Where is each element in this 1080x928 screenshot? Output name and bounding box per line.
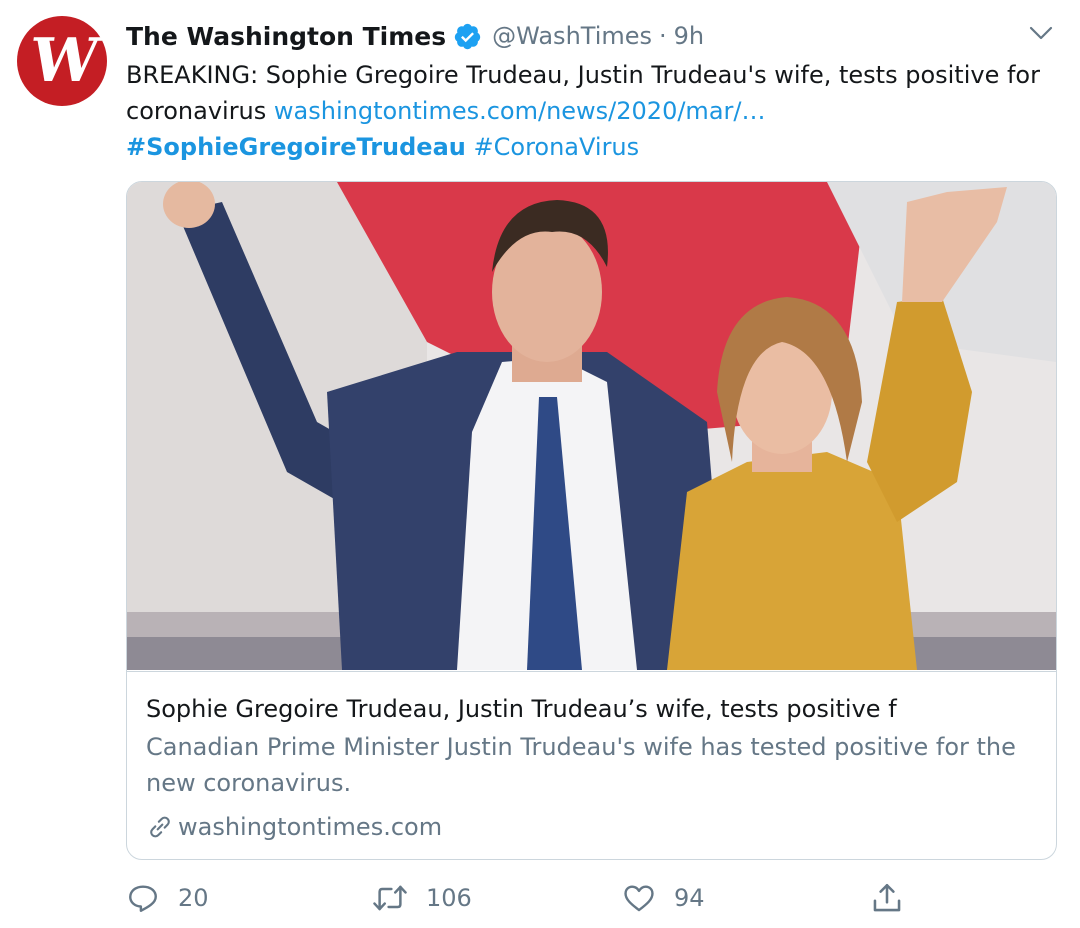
hashtag-sophiegregoiretrudeau[interactable]: #SophieGregoireTrudeau (126, 133, 466, 161)
chevron-down-icon (1029, 26, 1053, 40)
retweet-icon (373, 885, 407, 911)
reply-button[interactable]: 20 (126, 876, 209, 920)
card-description: Canadian Prime Minister Justin Trudeau's… (146, 733, 1016, 797)
link-icon (146, 813, 174, 841)
hashtag-coronavirus[interactable]: #CoronaVirus (474, 133, 640, 161)
share-button[interactable] (870, 876, 904, 920)
tweet-text: BREAKING: Sophie Gregoire Trudeau, Justi… (126, 57, 1061, 165)
card-domain: washingtontimes.com (146, 810, 442, 844)
retweet-count: 106 (426, 884, 472, 912)
avatar[interactable]: W (17, 16, 107, 106)
tweet-actions: 20 106 94 (126, 876, 926, 920)
more-options-button[interactable] (1024, 18, 1058, 48)
tweet-header: The Washington Times @WashTimes · 9h (126, 18, 1020, 54)
card-title: Sophie Gregoire Trudeau, Justin Trudeau’… (146, 695, 897, 723)
author-handle[interactable]: @WashTimes (492, 22, 652, 50)
author-display-name[interactable]: The Washington Times (126, 22, 446, 51)
card-domain-text: washingtontimes.com (178, 813, 443, 841)
reply-icon (129, 885, 157, 912)
share-icon (873, 883, 901, 912)
retweet-button[interactable]: 106 (372, 876, 472, 920)
link-preview-card[interactable]: Sophie Gregoire Trudeau, Justin Trudeau’… (126, 181, 1057, 860)
avatar-logo: W (26, 26, 98, 96)
card-image (127, 182, 1056, 670)
verified-badge-icon (453, 22, 482, 51)
heart-icon (624, 885, 654, 912)
tweet-timestamp[interactable]: 9h (674, 22, 704, 50)
tweet-link[interactable]: washingtontimes.com/news/2020/mar/… (274, 97, 766, 125)
like-count: 94 (674, 884, 705, 912)
card-body: Sophie Gregoire Trudeau, Justin Trudeau’… (127, 671, 1056, 859)
reply-count: 20 (178, 884, 209, 912)
separator-dot: · (659, 22, 667, 50)
like-button[interactable]: 94 (622, 876, 705, 920)
